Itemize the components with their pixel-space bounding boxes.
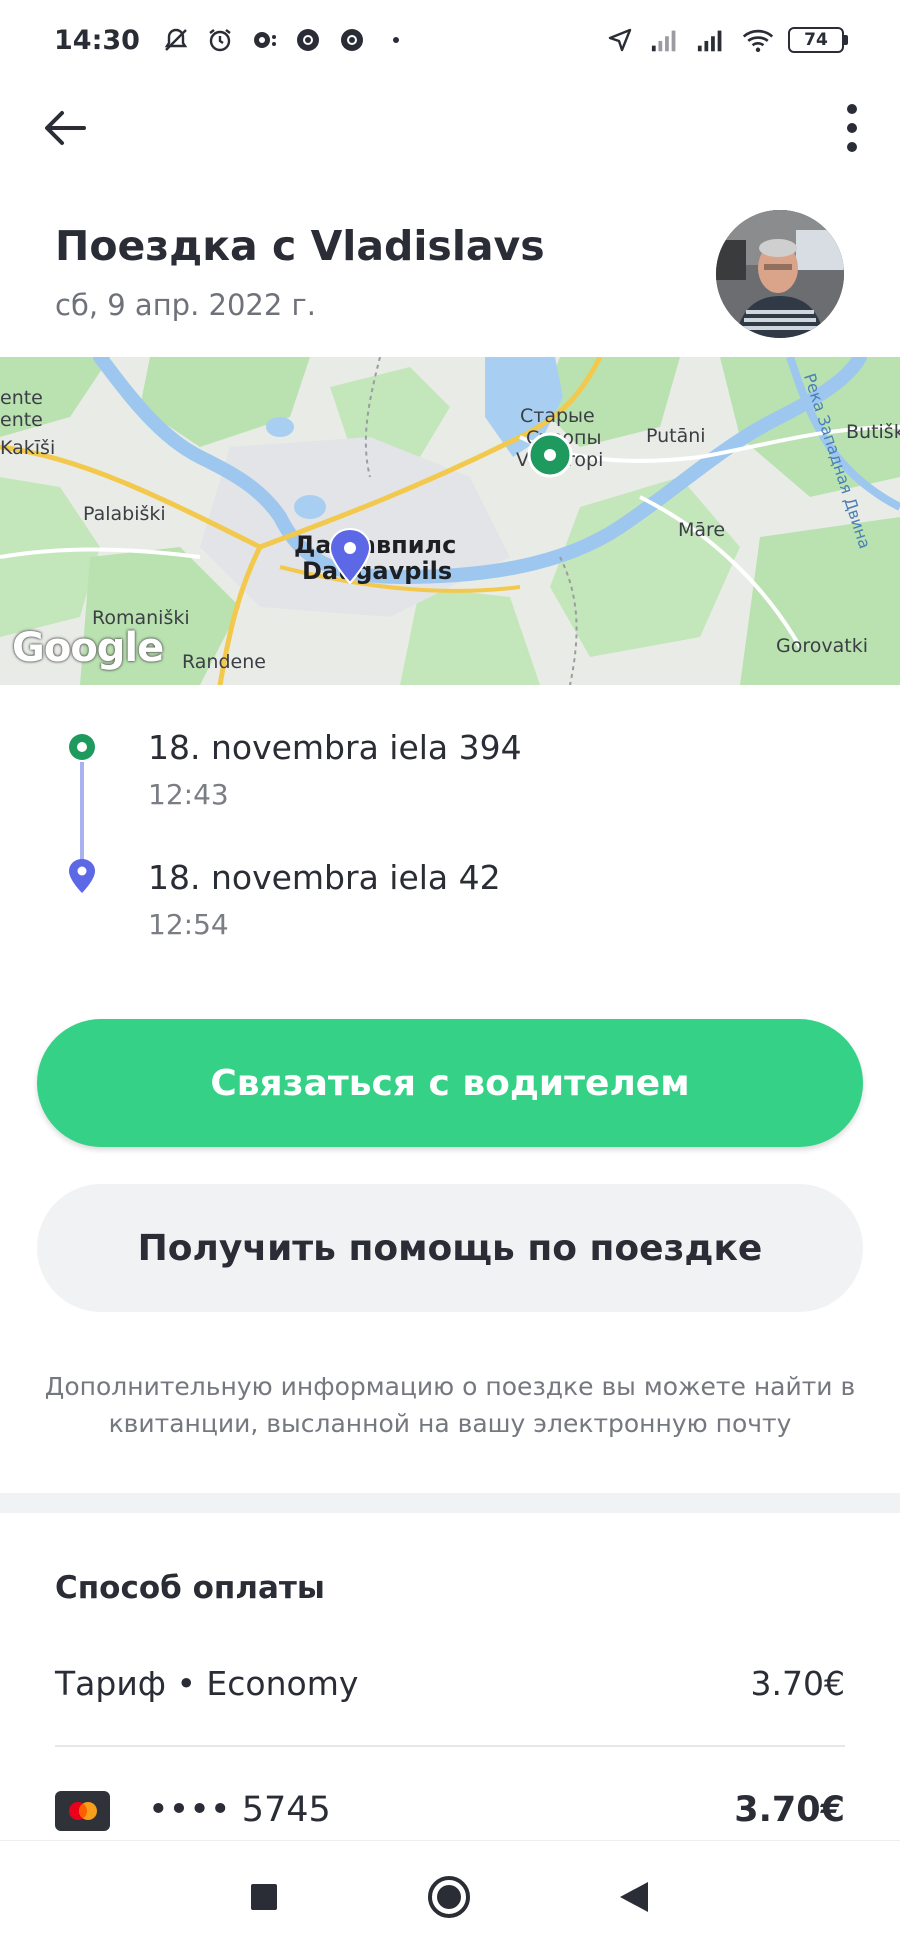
map-label: Gorovatki — [776, 635, 868, 657]
end-address: 18. novembra iela 42 — [148, 858, 501, 897]
signal-icon — [650, 24, 682, 56]
system-nav-bar — [0, 1840, 900, 1950]
map-label: Putāni — [646, 425, 706, 447]
map-label: Старые — [520, 405, 595, 427]
triangle-back-icon — [620, 1882, 648, 1912]
payment-section-title: Способ оплаты — [55, 1570, 325, 1606]
alarm-icon — [204, 24, 236, 56]
map-label: Kakīši — [0, 437, 56, 459]
tariff-price: 3.70€ — [750, 1664, 845, 1703]
map-label: Palabiški — [83, 503, 166, 525]
arrow-left-icon — [45, 111, 86, 145]
tariff-label: Тариф • Economy — [55, 1664, 359, 1703]
map-label: ente — [0, 409, 43, 431]
map-label: Butišk — [846, 421, 900, 443]
status-bar: 14:30 74 — [0, 0, 900, 80]
driver-avatar[interactable] — [716, 210, 844, 338]
status-left-icons — [160, 24, 412, 56]
trip-help-button[interactable]: Получить помощь по поездке — [37, 1184, 863, 1312]
dot-icon — [380, 24, 412, 56]
google-logo: Google — [12, 625, 164, 671]
chrome-icon — [336, 24, 368, 56]
start-marker-icon — [527, 432, 573, 478]
trip-date: сб, 9 апр. 2022 г. — [55, 288, 316, 322]
square-icon — [251, 1884, 277, 1910]
map-label: Māre — [678, 519, 726, 541]
contact-driver-button[interactable]: Связаться с водителем — [37, 1019, 863, 1147]
route-map[interactable]: ente ente Kakīši Palabiški Romaniški Ran… — [0, 357, 900, 685]
status-right-icons: 74 — [604, 24, 848, 56]
map-label-city: Daugavpils — [302, 557, 453, 585]
home-circle-icon — [428, 1876, 470, 1918]
battery-indicator: 74 — [788, 27, 848, 53]
back-button[interactable] — [36, 100, 92, 156]
battery-tip — [844, 35, 848, 45]
app-bar — [0, 92, 900, 162]
notification-icon — [248, 24, 280, 56]
location-icon — [604, 24, 636, 56]
start-time: 12:43 — [148, 778, 229, 811]
start-point-icon — [69, 734, 95, 760]
mute-icon — [160, 24, 192, 56]
end-time: 12:54 — [148, 908, 229, 941]
end-point-icon — [69, 859, 95, 893]
route-details: 18. novembra iela 394 12:43 18. novembra… — [0, 710, 900, 960]
wifi-icon — [742, 24, 774, 56]
chrome-icon — [292, 24, 324, 56]
section-divider — [0, 1493, 900, 1513]
info-note: Дополнительную информацию о поездке вы м… — [44, 1372, 856, 1438]
card-amount: 3.70€ — [734, 1790, 845, 1830]
home-button[interactable] — [421, 1869, 477, 1925]
signal-icon — [696, 24, 728, 56]
row-divider — [55, 1745, 845, 1747]
start-address: 18. novembra iela 394 — [148, 728, 522, 767]
back-nav-button[interactable] — [606, 1869, 662, 1925]
battery-level: 74 — [788, 27, 844, 53]
card-number: •••• 5745 — [148, 1790, 331, 1830]
recent-apps-button[interactable] — [236, 1869, 292, 1925]
status-time: 14:30 — [54, 24, 140, 56]
map-label-city: Даугавпилс — [294, 531, 457, 559]
trip-title: Поездка с Vladislavs — [55, 222, 545, 270]
more-vertical-icon — [847, 104, 857, 152]
map-label: Randene — [182, 651, 266, 673]
more-options-button[interactable] — [824, 98, 880, 158]
mastercard-icon — [55, 1791, 110, 1831]
map-label: ente — [0, 387, 43, 409]
end-marker-icon — [328, 527, 372, 585]
